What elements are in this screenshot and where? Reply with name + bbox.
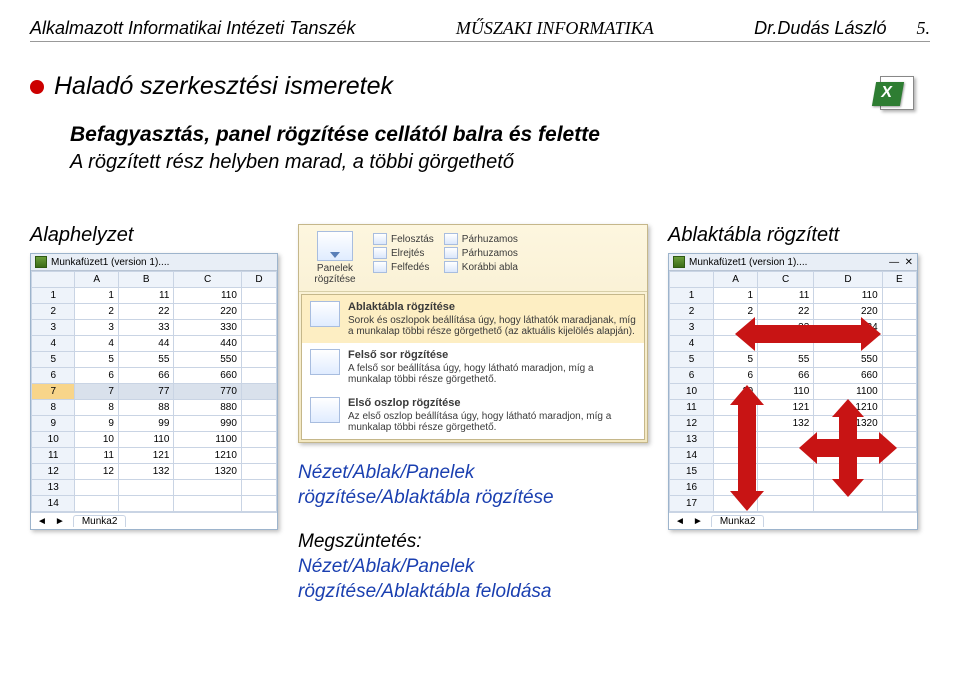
header-left: Alkalmazott Informatikai Intézeti Tanszé… [30,18,355,39]
freeze-panes-label: Panelek rögzítése [305,263,365,285]
header-right: Dr.Dudás László 5. [754,18,930,39]
freeze-panes-button[interactable]: Panelek rögzítése [305,231,365,285]
header-center: MŰSZAKI INFORMATIKA [456,18,654,39]
subtitle-bold: Befagyasztás, panel rögzítése cellától b… [70,123,930,147]
sheet-tab-right[interactable]: Munka2 [711,515,765,527]
spreadsheet-right: Munkafüzet1 (version 1).... — ✕ ACDE1111… [668,253,918,530]
arrow-cross-icon [813,413,883,483]
slide-title: Haladó szerkesztési ismeretek [54,72,393,101]
subtitle-regular: A rögzített rész helyben marad, a többi … [70,151,930,174]
arrow-vertical-icon [738,403,756,493]
excel-logo-icon [874,70,920,116]
arrow-horizontal-icon [753,325,863,343]
left-label: Alaphelyzet [30,224,278,247]
ribbon-item[interactable]: Felosztás [373,232,434,246]
freeze-option[interactable]: Felső sor rögzítéseA felső sor beállítás… [302,343,644,391]
right-label: Ablaktábla rögzített [668,224,918,247]
freeze-option[interactable]: Első oszlop rögzítéseAz első oszlop beál… [302,391,644,439]
bullet-icon [30,80,44,94]
workbook-icon [673,256,685,268]
menu-path-unfreeze: Megszüntetés: Nézet/Ablak/Panelek rögzít… [298,530,648,604]
page-header: Alkalmazott Informatikai Intézeti Tanszé… [30,18,930,42]
freeze-option[interactable]: Ablaktábla rögzítéseSorok és oszlopok be… [302,295,644,343]
freeze-panes-icon [317,231,353,261]
ribbon-item[interactable]: Korábbi abla [444,260,518,274]
freeze-option-icon [310,349,340,375]
slide-title-row: Haladó szerkesztési ismeretek [30,72,930,101]
ribbon-item[interactable]: Felfedés [373,260,434,274]
workbook-title-left: Munkafüzet1 (version 1).... [51,257,169,268]
ribbon-freeze-panes: Panelek rögzítése FelosztásElrejtésFelfe… [298,224,648,443]
ribbon-item[interactable]: Párhuzamos [444,246,518,260]
sheet-tab-left[interactable]: Munka2 [73,515,127,527]
ribbon-item[interactable]: Párhuzamos [444,232,518,246]
workbook-icon [35,256,47,268]
workbook-title-right: Munkafüzet1 (version 1).... [689,257,807,268]
menu-path-freeze: Nézet/Ablak/Panelek rögzítése/Ablaktábla… [298,461,648,510]
ribbon-item[interactable]: Elrejtés [373,246,434,260]
freeze-option-icon [310,397,340,423]
freeze-option-icon [310,301,340,327]
spreadsheet-left: Munkafüzet1 (version 1).... ABCD11111102… [30,253,278,530]
